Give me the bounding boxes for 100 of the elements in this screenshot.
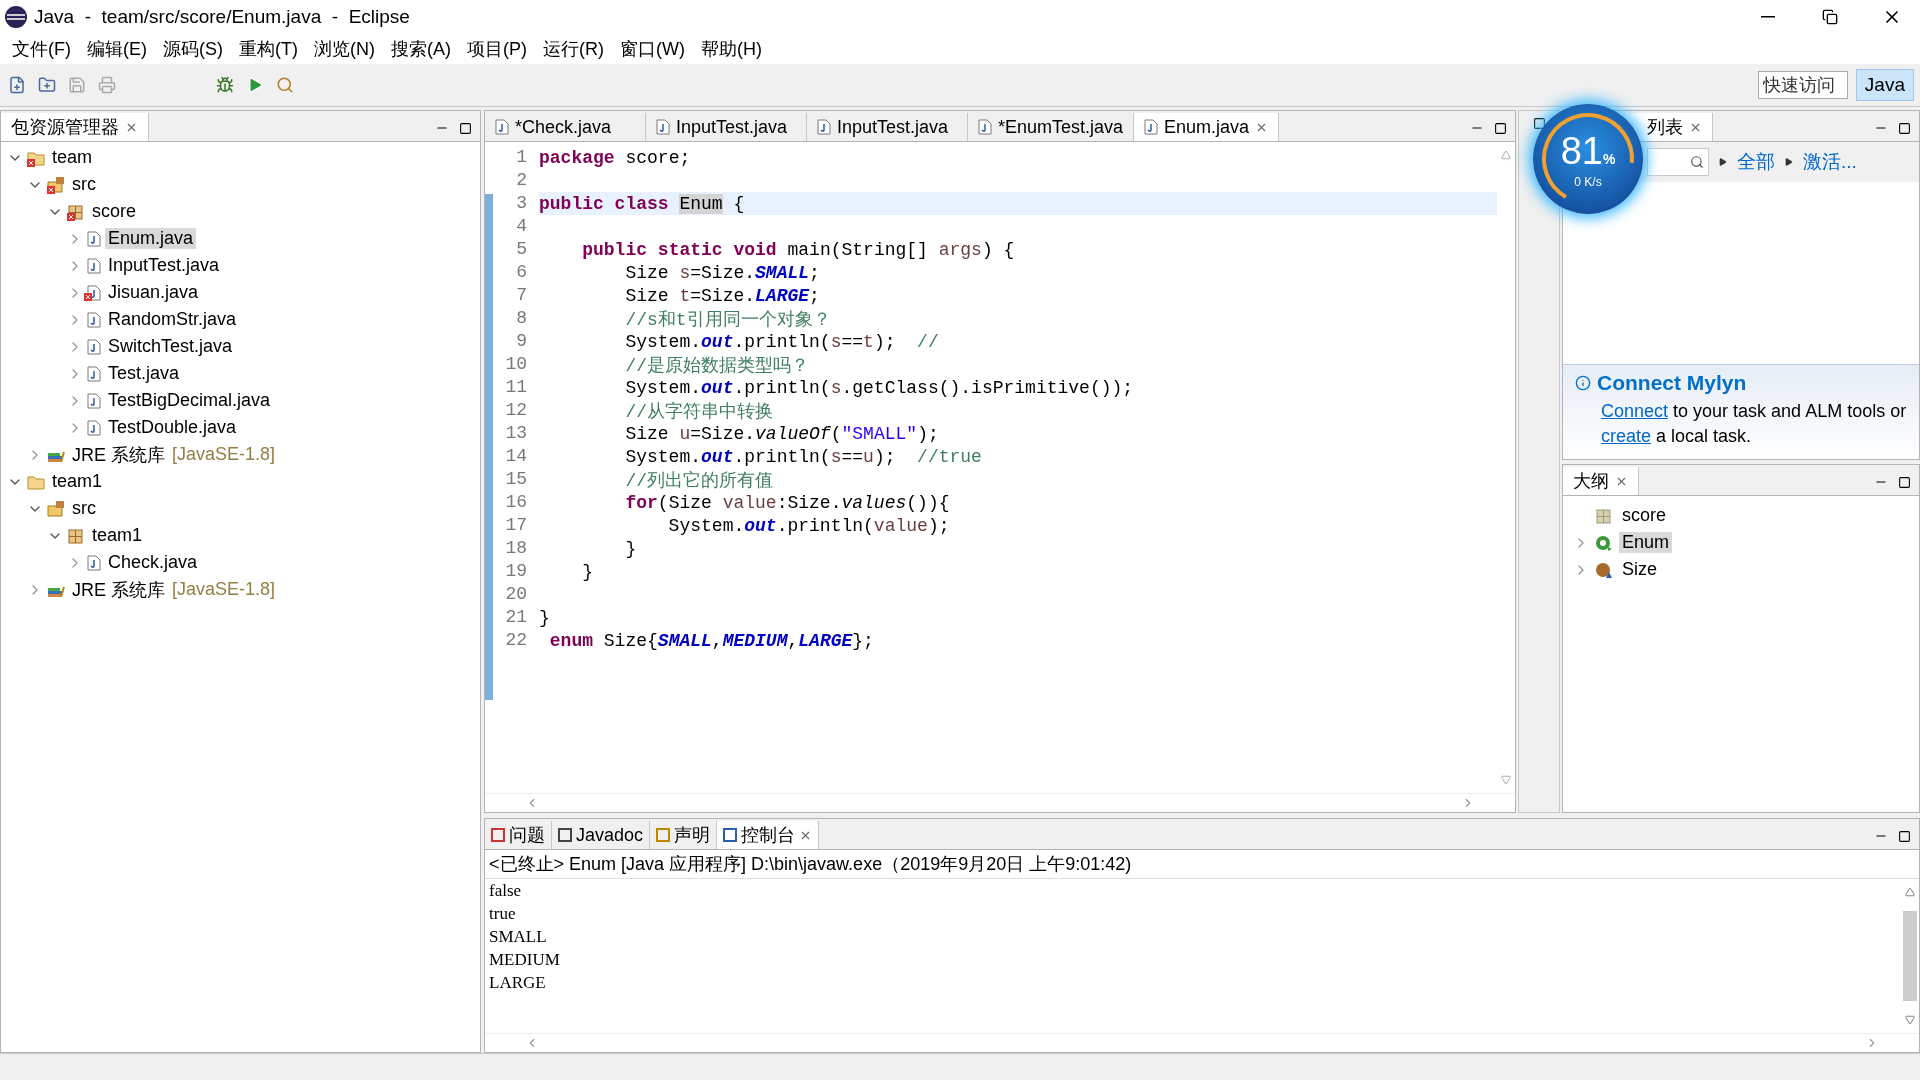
code-line: package score; xyxy=(539,147,691,168)
tree-item[interactable]: team1 xyxy=(49,471,106,492)
code-line: Size u=Size.valueOf("SMALL"); xyxy=(624,423,939,444)
scroll-up-icon[interactable] xyxy=(1501,150,1511,160)
outline-item[interactable]: Enum xyxy=(1619,532,1673,553)
info-icon xyxy=(1575,375,1591,391)
tree-item[interactable]: SwitchTest.java xyxy=(105,336,236,357)
percent-unit: % xyxy=(1602,150,1616,167)
mylyn-message: Connect to your task and ALM tools or create a local task. xyxy=(1601,400,1907,448)
menu-item[interactable]: 项目(P) xyxy=(458,37,535,61)
mylyn-link[interactable]: Connect xyxy=(1601,401,1669,421)
console-tab[interactable]: Javadoc xyxy=(576,824,644,846)
code-line: //是原始数据类型吗？ xyxy=(624,354,810,377)
tree-item[interactable]: Enum.java xyxy=(105,228,197,249)
code-line: Size t=Size.LARGE; xyxy=(624,285,820,306)
editor-tab[interactable]: *EnumTest.java xyxy=(998,116,1124,138)
tree-item[interactable]: Test.java xyxy=(105,363,183,384)
tree-item[interactable]: JRE 系统库 xyxy=(69,577,168,602)
console-output: true xyxy=(489,904,517,925)
mylyn-link[interactable]: create xyxy=(1601,426,1652,446)
java-file-icon xyxy=(87,338,101,355)
tree-item[interactable]: TestDouble.java xyxy=(105,417,240,438)
tree-item[interactable]: InputTest.java xyxy=(105,255,223,276)
filter-link[interactable]: 全部 xyxy=(1737,149,1775,175)
menu-item[interactable]: 运行(R) xyxy=(534,37,612,61)
console-tab[interactable]: 问题 xyxy=(509,823,545,847)
tree-item[interactable]: RandomStr.java xyxy=(105,309,240,330)
java-file-icon xyxy=(87,365,101,382)
printer-button[interactable] xyxy=(96,74,118,96)
editor-tab[interactable]: InputTest.java xyxy=(837,116,949,138)
maximize-icon[interactable] xyxy=(1898,121,1911,135)
outline-item[interactable]: Size xyxy=(1619,559,1660,580)
menu-item[interactable]: 编辑(E) xyxy=(79,37,155,61)
console-header: <已终止> Enum [Java 应用程序] D:\bin\javaw.exe（2019年9月20日 上午9:01:42) xyxy=(485,850,1919,879)
java-file-icon xyxy=(656,119,670,135)
code-line: System.out.println(s.getClass().isPrimitive()); xyxy=(624,377,1134,398)
java-file-icon xyxy=(87,257,101,274)
restore-icon[interactable] xyxy=(1532,117,1546,131)
minimize-icon xyxy=(1761,16,1775,18)
tree-item[interactable]: TestBigDecimal.java xyxy=(105,390,274,411)
tree-item[interactable]: Check.java xyxy=(105,552,201,573)
menu-item[interactable]: 帮助(H) xyxy=(692,37,770,61)
filter-link[interactable]: 激活... xyxy=(1803,149,1857,175)
restore-icon xyxy=(1822,9,1838,25)
code-line: System.out.println(value); xyxy=(667,515,950,536)
menu-item[interactable]: 浏览(N) xyxy=(305,37,383,61)
java-file-icon xyxy=(87,554,101,571)
perspective-button[interactable]: Java xyxy=(1855,69,1914,101)
tree-item[interactable]: src xyxy=(69,174,99,195)
scroll-down-icon[interactable] xyxy=(1501,775,1511,785)
declaration-icon xyxy=(656,828,671,842)
scroll-down-icon[interactable] xyxy=(1905,1015,1915,1025)
code-line: System.out.println(s==u); //true xyxy=(624,446,982,467)
scroll-thumb[interactable] xyxy=(1903,911,1917,1001)
maximize-icon[interactable] xyxy=(1494,121,1507,135)
console-tab[interactable]: 声明 xyxy=(674,823,711,847)
code-line: enum Size{SMALL,MEDIUM,LARGE}; xyxy=(548,630,874,651)
outline-item[interactable]: score xyxy=(1619,505,1669,526)
find-field[interactable] xyxy=(1647,148,1709,176)
tree-item[interactable]: score xyxy=(89,201,139,222)
tree-item[interactable]: team xyxy=(49,147,96,168)
menu-item[interactable]: 文件(F) xyxy=(4,37,79,61)
problems-icon xyxy=(491,828,505,842)
console-output: SMALL xyxy=(489,927,548,948)
code-line: System.out.println(s==t); // xyxy=(624,331,939,352)
java-file-icon xyxy=(978,119,992,135)
tree-item[interactable]: src xyxy=(69,498,99,519)
code-line: //列出它的所有值 xyxy=(624,469,774,492)
console-output: false xyxy=(489,881,523,902)
tree-item[interactable]: team1 xyxy=(89,525,146,546)
tree-item[interactable]: Jisuan.java xyxy=(105,282,202,303)
code-line: public class Enum { xyxy=(539,193,745,214)
line-number: 3 xyxy=(495,192,539,215)
console-output: LARGE xyxy=(489,973,547,994)
code-line: //从字符串中转换 xyxy=(624,400,774,423)
tree-item[interactable]: JRE 系统库 xyxy=(69,442,168,467)
maximize-icon[interactable] xyxy=(459,121,472,135)
menu-item[interactable]: 重构(T) xyxy=(231,37,306,61)
package-icon xyxy=(67,526,85,545)
javadoc-icon xyxy=(558,828,572,842)
maximize-icon[interactable] xyxy=(1898,829,1911,843)
java-file-icon xyxy=(87,311,101,328)
java-file-icon xyxy=(1144,119,1159,135)
code-line: Size s=Size.SMALL; xyxy=(624,262,820,283)
scroll-up-icon[interactable] xyxy=(1905,887,1915,897)
source-icon xyxy=(47,499,65,518)
package-icon xyxy=(1595,506,1613,525)
code-line: } xyxy=(624,538,637,559)
menu-item[interactable]: 搜索(A) xyxy=(382,37,459,61)
maximize-icon[interactable] xyxy=(1898,475,1911,489)
editor-tab[interactable]: InputTest.java xyxy=(676,116,788,138)
network-speed: 0 K/s xyxy=(1574,174,1602,189)
arrow-icon xyxy=(1785,158,1793,166)
search-icon xyxy=(1690,155,1704,169)
editor-tab[interactable]: *Check.java xyxy=(515,116,612,138)
menu-item[interactable]: 源码(S) xyxy=(155,37,231,61)
library-version: [JavaSE-1.8] xyxy=(172,444,276,465)
menu-item[interactable]: 窗口(W) xyxy=(611,37,693,61)
java-file-icon xyxy=(87,230,101,247)
quick-access-field[interactable]: 快速访问 xyxy=(1757,71,1848,99)
